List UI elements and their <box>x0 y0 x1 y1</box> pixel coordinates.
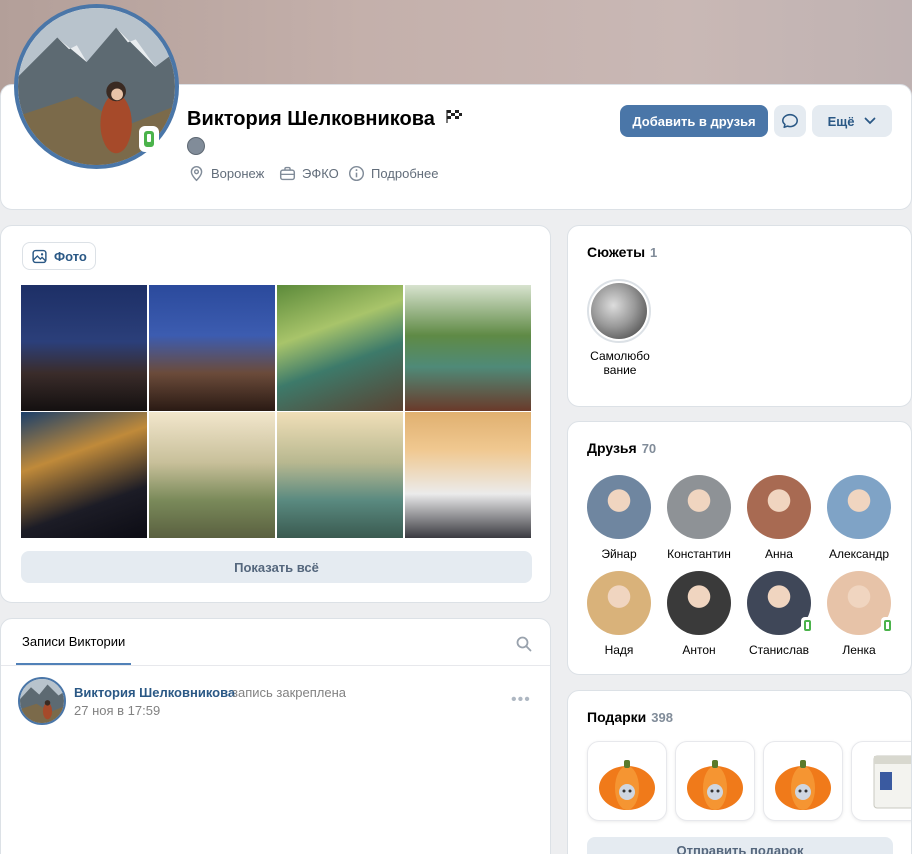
friend-name: Надя <box>604 643 634 657</box>
photo-thumb[interactable] <box>277 285 403 411</box>
gifts-title-label: Подарки <box>587 709 647 725</box>
gifts-title[interactable]: Подарки 398 <box>587 709 673 725</box>
friend-name: Александр <box>828 547 890 561</box>
online-mobile-icon <box>881 617 893 633</box>
wall-card: Записи Виктории Виктория Шелковникова за… <box>0 618 551 854</box>
status-emoji-icon[interactable] <box>187 137 205 155</box>
gifts-card: Подарки 398 Отправить подарок <box>567 690 912 854</box>
gift-item[interactable] <box>587 741 667 821</box>
photo-thumb[interactable] <box>21 285 147 411</box>
friend-item[interactable]: Ленка <box>819 571 899 657</box>
info-work-label: ЭФКО <box>302 165 339 181</box>
friend-item[interactable]: Антон <box>659 571 739 657</box>
photo-thumb[interactable] <box>149 412 275 538</box>
stories-count: 1 <box>650 245 658 260</box>
friend-name: Константин <box>667 547 731 561</box>
pumpkin-gift-icon <box>775 760 831 810</box>
message-icon <box>782 113 798 129</box>
info-more[interactable]: Подробнее <box>348 164 438 182</box>
photos-card: Фото Показать всё <box>0 225 551 603</box>
location-icon <box>190 165 203 181</box>
friend-avatar <box>667 475 731 539</box>
message-button[interactable] <box>774 105 806 137</box>
friend-avatar <box>587 571 651 635</box>
friend-avatar <box>747 475 811 539</box>
divider <box>1 665 550 666</box>
more-button[interactable]: Ещё <box>812 105 892 137</box>
briefcase-icon <box>279 166 296 180</box>
info-work[interactable]: ЭФКО <box>279 164 339 182</box>
friend-item[interactable]: Надя <box>579 571 659 657</box>
gift-item[interactable] <box>851 741 911 821</box>
friends-title-label: Друзья <box>587 440 637 456</box>
gifts-count: 398 <box>651 710 673 725</box>
photo-thumb[interactable] <box>405 285 531 411</box>
story-label: Самолюбо вание <box>590 349 650 377</box>
info-icon <box>348 165 365 181</box>
pumpkin-gift-icon <box>599 760 655 810</box>
stories-card: Сюжеты 1 Самолюбо вание <box>567 225 912 407</box>
online-mobile-icon <box>801 617 813 633</box>
photo-thumb[interactable] <box>405 412 531 538</box>
friend-avatar <box>827 475 891 539</box>
friend-name: Анна <box>765 547 793 561</box>
post-more-icon[interactable]: ••• <box>511 691 531 709</box>
pumpkin-gift-icon <box>687 760 743 810</box>
friend-avatar <box>747 571 813 635</box>
info-more-label: Подробнее <box>371 165 439 181</box>
friend-avatar <box>667 571 731 635</box>
checkered-flag-icon <box>446 110 462 123</box>
post-author-avatar[interactable] <box>18 677 66 725</box>
image-icon <box>32 249 47 263</box>
friend-avatar <box>827 571 893 635</box>
info-location-label: Воронеж <box>211 165 265 181</box>
gift-item[interactable] <box>675 741 755 821</box>
photo-thumb[interactable] <box>21 412 147 538</box>
chevron-down-icon <box>865 117 876 125</box>
post-author-link[interactable]: Виктория Шелковникова <box>74 685 235 700</box>
photo-grid <box>21 285 532 539</box>
friend-item[interactable]: Эйнар <box>579 475 659 561</box>
friends-count: 70 <box>641 441 657 456</box>
send-gift-button[interactable]: Отправить подарок <box>587 837 893 854</box>
friend-item[interactable]: Станислав <box>739 571 819 657</box>
friends-card: Друзья 70 Эйнар Константин Анна Александр Над… <box>567 421 912 675</box>
stories-title-label: Сюжеты <box>587 244 646 260</box>
profile-name: Виктория Шелковникова <box>187 108 435 130</box>
friend-avatar <box>587 475 651 539</box>
gift-item[interactable] <box>763 741 843 821</box>
friends-title[interactable]: Друзья 70 <box>587 440 656 456</box>
add-friend-button[interactable]: Добавить в друзья <box>620 105 768 137</box>
online-mobile-icon <box>139 126 159 152</box>
photo-thumb[interactable] <box>149 285 275 411</box>
friend-name: Эйнар <box>601 547 637 561</box>
tab-photos-label: Фото <box>54 248 87 264</box>
friend-name: Ленка <box>842 643 876 657</box>
photo-thumb[interactable] <box>277 412 403 538</box>
friend-item[interactable]: Анна <box>739 475 819 561</box>
tab-photos[interactable]: Фото <box>22 242 96 270</box>
friend-name: Станислав <box>748 643 810 657</box>
stories-title[interactable]: Сюжеты 1 <box>587 244 657 260</box>
friend-item[interactable]: Александр <box>819 475 899 561</box>
more-button-label: Ещё <box>827 113 855 129</box>
friend-item[interactable]: Константин <box>659 475 739 561</box>
avatar-photo <box>20 679 64 723</box>
friend-name: Антон <box>682 643 716 657</box>
search-icon[interactable] <box>516 636 532 652</box>
info-location: Воронеж <box>188 164 264 182</box>
story-item[interactable]: Самолюбо вание <box>587 279 653 377</box>
post-action-text: запись закреплена <box>232 685 346 700</box>
post-date[interactable]: 27 ноя в 17:59 <box>74 703 160 718</box>
calendar-gift-icon <box>873 755 911 809</box>
story-thumbnail <box>587 279 651 343</box>
tab-wall-posts[interactable]: Записи Виктории <box>16 619 132 665</box>
show-all-photos-button[interactable]: Показать всё <box>21 551 532 583</box>
